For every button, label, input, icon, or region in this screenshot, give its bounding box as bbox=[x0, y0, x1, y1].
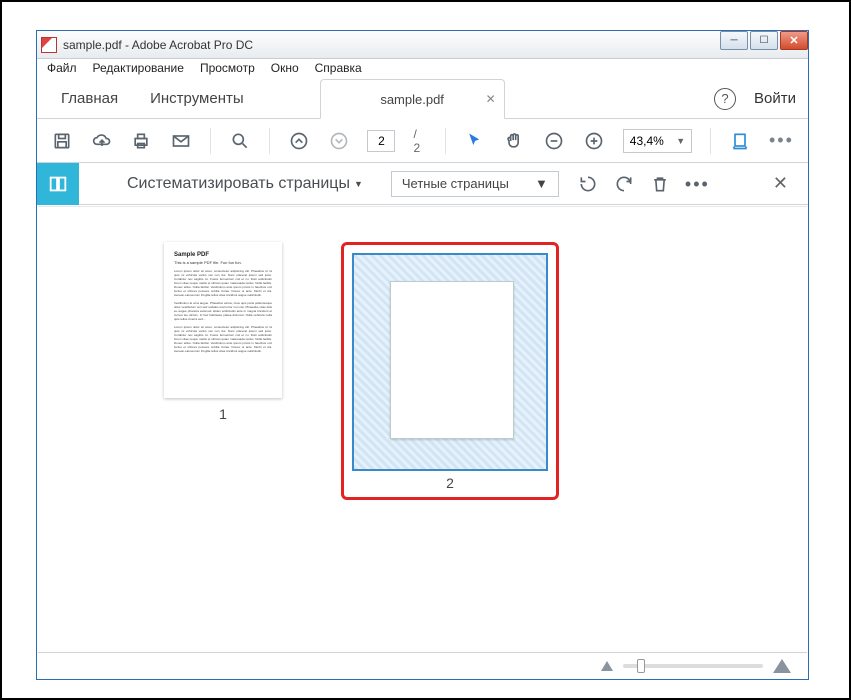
organize-dropdown[interactable]: Систематизировать страницы ▼ bbox=[127, 175, 363, 193]
slider-knob[interactable] bbox=[637, 659, 645, 673]
page-total-label: / 2 bbox=[413, 127, 426, 155]
titlebar[interactable]: sample.pdf - Adobe Acrobat Pro DC ─ ☐ ✕ bbox=[37, 31, 808, 59]
rotate-ccw-icon[interactable] bbox=[577, 173, 599, 195]
hand-icon[interactable] bbox=[503, 130, 525, 152]
page-filter-select[interactable]: Четные страницы ▼ bbox=[391, 171, 559, 197]
chevron-down-icon: ▼ bbox=[535, 176, 548, 191]
main-toolbar: / 2 43,4% ▼ ••• bbox=[37, 119, 808, 163]
tab-document-label: sample.pdf bbox=[380, 92, 444, 107]
next-page-icon[interactable] bbox=[328, 130, 350, 152]
zoom-value: 43,4% bbox=[630, 134, 664, 148]
minimize-button[interactable]: ─ bbox=[720, 31, 748, 50]
zoom-select[interactable]: 43,4% ▼ bbox=[623, 129, 692, 153]
page-filter-value: Четные страницы bbox=[402, 176, 509, 191]
menubar: Файл Редактирование Просмотр Окно Справк… bbox=[37, 59, 808, 79]
thumb-size-large-icon[interactable] bbox=[773, 659, 791, 673]
select-cursor-icon[interactable] bbox=[464, 130, 486, 152]
highlighted-selection: 2 bbox=[341, 242, 559, 500]
tab-tools[interactable]: Инструменты bbox=[134, 79, 260, 118]
close-panel-button[interactable]: ✕ bbox=[773, 173, 788, 194]
thumbnail-area: Sample PDF This is a sample PDF file. Fu… bbox=[38, 206, 807, 651]
zoom-out-icon[interactable] bbox=[543, 130, 565, 152]
help-icon[interactable]: ? bbox=[714, 88, 736, 110]
page-thumbnail-2[interactable]: 2 bbox=[346, 253, 554, 491]
menu-window[interactable]: Окно bbox=[265, 61, 305, 79]
save-icon[interactable] bbox=[51, 130, 73, 152]
menu-help[interactable]: Справка bbox=[309, 61, 368, 79]
more-options-icon[interactable]: ••• bbox=[685, 174, 705, 194]
tab-close-icon[interactable]: ✕ bbox=[486, 92, 496, 106]
page-number-input[interactable] bbox=[367, 130, 395, 152]
menu-file[interactable]: Файл bbox=[41, 61, 83, 79]
organize-label-text: Систематизировать страницы bbox=[127, 175, 350, 193]
statusbar bbox=[38, 652, 807, 678]
thumb1-title: Sample PDF bbox=[174, 252, 272, 258]
thumb1-para3: Lorem ipsum dolor sit amet, consectetur … bbox=[174, 325, 272, 353]
tab-home[interactable]: Главная bbox=[45, 79, 134, 118]
prev-page-icon[interactable] bbox=[288, 130, 310, 152]
thumb1-label: 1 bbox=[153, 406, 293, 422]
thumb-size-small-icon[interactable] bbox=[601, 661, 613, 671]
login-button[interactable]: Войти bbox=[754, 90, 796, 107]
organize-toolbar: Систематизировать страницы ▼ Четные стра… bbox=[37, 163, 808, 205]
thumb-size-slider[interactable] bbox=[623, 664, 763, 668]
tab-document[interactable]: sample.pdf ✕ bbox=[320, 79, 505, 119]
thumb2-label: 2 bbox=[346, 475, 554, 491]
page-thumbnail-1[interactable]: Sample PDF This is a sample PDF file. Fu… bbox=[153, 242, 293, 422]
chevron-down-icon: ▼ bbox=[354, 179, 363, 189]
cloud-upload-icon[interactable] bbox=[91, 130, 113, 152]
zoom-in-icon[interactable] bbox=[583, 130, 605, 152]
thumb2-blank-page bbox=[390, 281, 514, 439]
close-button[interactable]: ✕ bbox=[780, 31, 808, 50]
more-tools-icon[interactable]: ••• bbox=[769, 130, 794, 151]
menu-edit[interactable]: Редактирование bbox=[87, 61, 190, 79]
thumb1-subtitle: This is a sample PDF file. Fun fun fun. bbox=[174, 260, 272, 265]
maximize-button[interactable]: ☐ bbox=[750, 31, 778, 50]
print-icon[interactable] bbox=[131, 130, 153, 152]
thumb1-para1: Lorem ipsum dolor sit amet, consectetur … bbox=[174, 269, 272, 297]
menu-view[interactable]: Просмотр bbox=[194, 61, 261, 79]
rotate-cw-icon[interactable] bbox=[613, 173, 635, 195]
organize-pages-icon[interactable] bbox=[37, 163, 79, 205]
delete-icon[interactable] bbox=[649, 173, 671, 195]
fit-width-icon[interactable] bbox=[729, 130, 751, 152]
window-title: sample.pdf - Adobe Acrobat Pro DC bbox=[63, 38, 253, 52]
thumb1-para2: Vestibulum at urna augue. Phasellus vari… bbox=[174, 301, 272, 321]
app-window: sample.pdf - Adobe Acrobat Pro DC ─ ☐ ✕ … bbox=[36, 30, 809, 680]
chevron-down-icon: ▼ bbox=[676, 136, 685, 146]
search-icon[interactable] bbox=[229, 130, 251, 152]
email-icon[interactable] bbox=[170, 130, 192, 152]
app-icon bbox=[41, 37, 57, 53]
tabbar: Главная Инструменты sample.pdf ✕ ? Войти bbox=[37, 79, 808, 119]
